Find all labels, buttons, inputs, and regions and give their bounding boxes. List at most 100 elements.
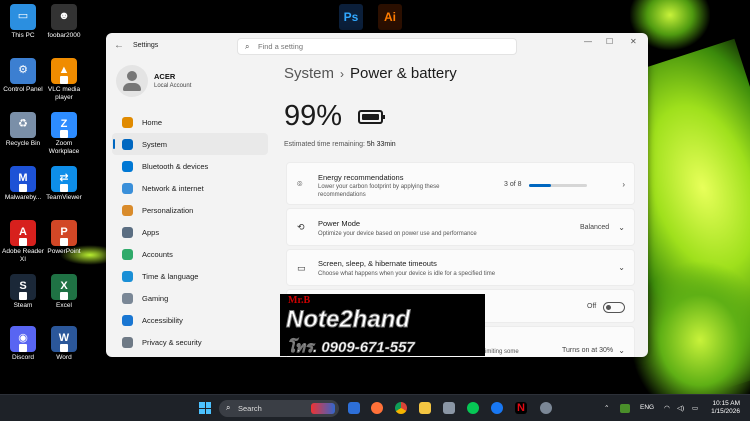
energy-count: 3 of 8: [504, 181, 522, 188]
desktop-icon[interactable]: W Word: [41, 326, 87, 362]
sidebar-item-accessibility[interactable]: Accessibility: [112, 309, 268, 331]
settings-gear-icon[interactable]: [540, 402, 552, 414]
close-button[interactable]: ✕: [630, 37, 637, 46]
clock-date: 1/15/2026: [711, 408, 740, 415]
minimize-button[interactable]: —: [584, 37, 592, 46]
sidebar-item-time-language[interactable]: Time & language: [112, 265, 268, 287]
desktop-icon[interactable]: ◉ Discord: [0, 326, 46, 362]
battery-tray-icon[interactable]: ▭: [692, 404, 698, 412]
desktop-icon[interactable]: ⚙ Control Panel: [0, 58, 46, 94]
desktop-icon[interactable]: M Malwareby...: [0, 166, 46, 202]
energy-recommendations-card[interactable]: ⌾ Energy recommendations Lower your carb…: [286, 162, 635, 205]
sidebar-item-network-internet[interactable]: Network & internet: [112, 177, 268, 199]
settings-search[interactable]: ⌕: [237, 38, 517, 55]
teamviewer-icon: ⇄: [51, 166, 77, 192]
desktop-icon[interactable]: X Excel: [41, 274, 87, 310]
taskbar-search-label: Search: [238, 404, 262, 413]
desktop-icon[interactable]: A Adobe Reader XI: [0, 220, 46, 263]
desktop-icon-label: This PC: [11, 32, 35, 39]
card-title: Power Mode: [318, 219, 361, 228]
line-icon[interactable]: [467, 402, 479, 414]
chevron-up-icon[interactable]: ⌃: [604, 404, 609, 412]
firefox-icon[interactable]: [371, 402, 383, 414]
time-language-icon: [122, 270, 133, 282]
illustrator-icon[interactable]: Ai: [378, 4, 402, 30]
sidebar-item-bluetooth-devices[interactable]: Bluetooth & devices: [112, 155, 268, 177]
power-mode-value[interactable]: Balanced: [580, 224, 609, 231]
sidebar-nav: Home System Bluetooth & devices Network & i…: [112, 111, 268, 353]
desktop-icon[interactable]: P PowerPoint: [41, 220, 87, 256]
sidebar-item-home[interactable]: Home: [112, 111, 268, 133]
file-explorer-icon[interactable]: [419, 402, 431, 414]
clock-time: 10:15 AM: [712, 400, 740, 407]
card-description: imiting some: [485, 349, 519, 355]
watermark-line1: Mr.B: [288, 295, 311, 306]
language-indicator[interactable]: ENG: [640, 404, 654, 411]
desktop-icon[interactable]: ▲ VLC media player: [41, 58, 87, 101]
task-view-icon[interactable]: [348, 402, 360, 414]
wifi-icon[interactable]: ◠: [664, 404, 670, 412]
toggle-state-label: Off: [587, 303, 597, 310]
taskbar-search[interactable]: ⌕ Search: [219, 400, 339, 417]
breadcrumb: System › Power & battery: [284, 65, 457, 82]
steam-icon: S: [10, 274, 36, 300]
malwarebytes-icon: M: [10, 166, 36, 192]
netflix-icon[interactable]: N: [515, 402, 527, 414]
sidebar-item-apps[interactable]: Apps: [112, 221, 268, 243]
adobe-reader-icon: A: [10, 220, 36, 246]
search-icon: ⌕: [226, 403, 231, 412]
sidebar-item-gaming[interactable]: Gaming: [112, 287, 268, 309]
bluetooth-icon: [122, 160, 133, 172]
screen-sleep-card[interactable]: ▭ Screen, sleep, & hibernate timeouts Ch…: [286, 249, 635, 286]
start-button[interactable]: [199, 402, 211, 414]
green-splash-bottom-right: [630, 260, 750, 394]
desktop-icon-label: VLC media player: [47, 86, 81, 101]
sidebar-item-system[interactable]: System: [112, 133, 268, 155]
shortcut-arrow-icon: [19, 292, 27, 300]
chevron-down-icon[interactable]: ⌄: [618, 223, 625, 232]
search-icon: ⌕: [245, 42, 250, 51]
camera-icon[interactable]: [443, 402, 455, 414]
facebook-icon[interactable]: [491, 402, 503, 414]
breadcrumb-separator: ›: [340, 67, 345, 81]
desktop-icon[interactable]: ▭ This PC: [0, 4, 46, 40]
chevron-down-icon[interactable]: ⌄: [618, 263, 625, 272]
back-button[interactable]: ←: [114, 40, 124, 51]
volume-icon[interactable]: ◁): [677, 404, 684, 412]
energy-progress-fill: [529, 184, 551, 187]
card-description: Choose what happens when your device is …: [318, 271, 496, 277]
avatar[interactable]: [116, 65, 148, 97]
sidebar-item-privacy-security[interactable]: Privacy & security: [112, 331, 268, 353]
maximize-button[interactable]: ☐: [606, 37, 613, 46]
page-title: Power & battery: [350, 65, 457, 82]
sidebar-item-personalization[interactable]: Personalization: [112, 199, 268, 221]
sidebar-item-label: Bluetooth & devices: [142, 161, 209, 171]
toggle-switch[interactable]: [603, 302, 625, 313]
chrome-icon[interactable]: [395, 402, 407, 414]
sidebar-item-accounts[interactable]: Accounts: [112, 243, 268, 265]
desktop-icon[interactable]: ⇄ TeamViewer: [41, 166, 87, 202]
sidebar-item-label: Privacy & security: [142, 337, 202, 347]
leaf-icon: ⌾: [297, 179, 303, 189]
shortcut-arrow-icon: [19, 344, 27, 352]
desktop-icon-label: Adobe Reader XI: [2, 248, 44, 263]
power-mode-card[interactable]: ⟲ Power Mode Optimize your device based …: [286, 208, 635, 246]
desktop-icon[interactable]: Z Zoom Workplace: [41, 112, 87, 155]
recycle-bin-icon: ♻: [10, 112, 36, 138]
app-title: Settings: [133, 42, 159, 49]
discord-icon: ◉: [10, 326, 36, 352]
tray-app-icon[interactable]: [620, 404, 630, 413]
foobar-icon: ☻: [51, 4, 77, 30]
shield-icon: [122, 336, 133, 348]
desktop-icon[interactable]: ☻ foobar2000: [41, 4, 87, 40]
breadcrumb-parent[interactable]: System: [284, 65, 334, 82]
desktop-icon-label: Word: [56, 354, 72, 361]
chevron-down-icon[interactable]: ⌄: [618, 346, 625, 355]
clock[interactable]: 10:15 AM 1/15/2026: [711, 400, 740, 416]
search-input[interactable]: [258, 42, 508, 51]
monitor-icon: ▭: [10, 4, 36, 30]
desktop-icon-label: Control Panel: [3, 86, 43, 93]
desktop-icon[interactable]: S Steam: [0, 274, 46, 310]
desktop-icon[interactable]: ♻ Recycle Bin: [0, 112, 46, 148]
photoshop-icon[interactable]: Ps: [339, 4, 363, 30]
